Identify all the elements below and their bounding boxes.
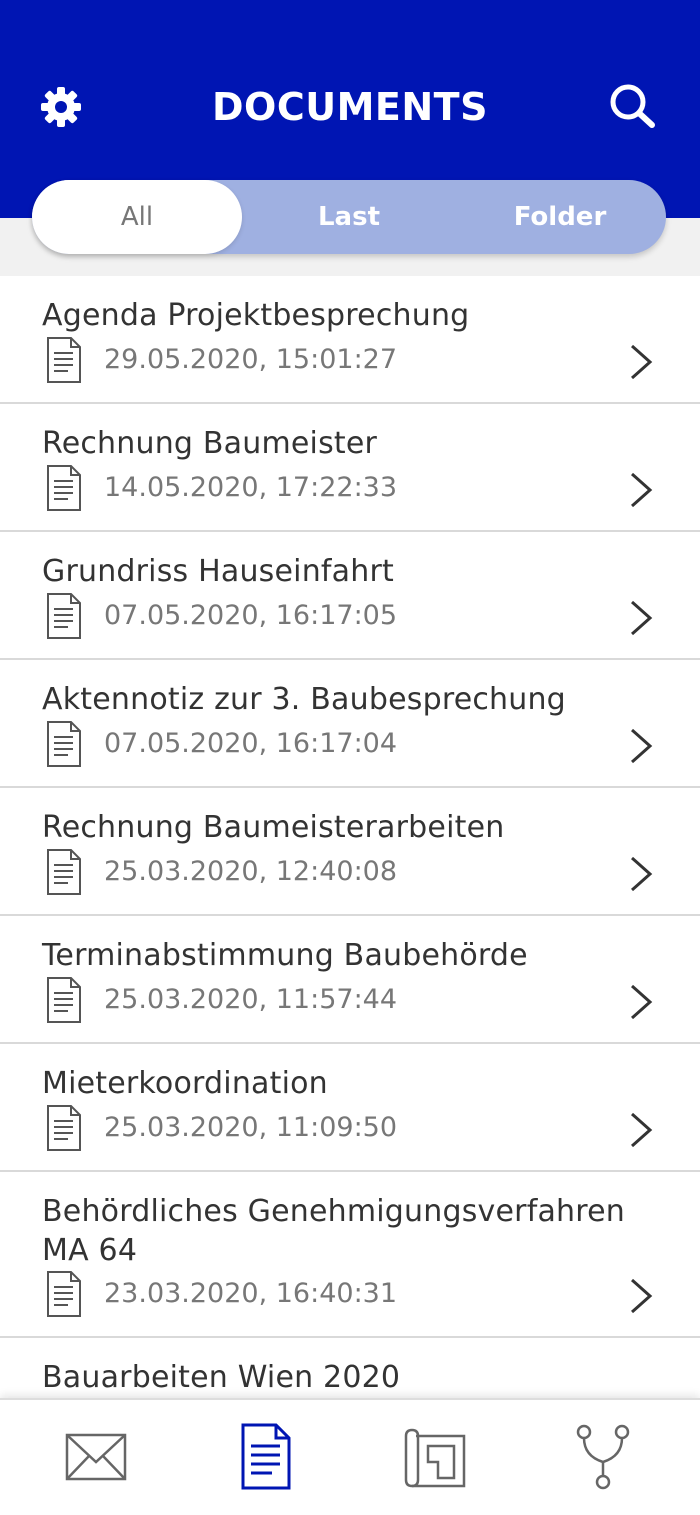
chevron-right-icon <box>631 856 653 892</box>
document-icon <box>47 1271 81 1317</box>
list-item[interactable]: Rechnung Baumeister 14.05.2020, 17:22:33 <box>0 404 700 532</box>
chevron-right-icon <box>631 984 653 1020</box>
list-item[interactable]: Terminabstimmung Baubehörde 25.03.2020, … <box>0 916 700 1044</box>
list-item[interactable]: Rechnung Baumeisterarbeiten 25.03.2020, … <box>0 788 700 916</box>
chevron-right-icon <box>631 472 653 508</box>
list-item[interactable]: Bauarbeiten Wien 2020 <box>0 1338 700 1398</box>
document-title: Agenda Projektbesprechung <box>42 298 470 333</box>
document-title: Grundriss Hauseinfahrt <box>42 554 394 589</box>
document-date: 25.03.2020, 11:57:44 <box>104 984 398 1015</box>
document-title: Rechnung Baumeisterarbeiten <box>42 810 505 845</box>
page-title: DOCUMENTS <box>212 85 488 129</box>
list-item[interactable]: Grundriss Hauseinfahrt 07.05.2020, 16:17… <box>0 532 700 660</box>
list-item[interactable]: Agenda Projektbesprechung 29.05.2020, 15… <box>0 276 700 404</box>
gear-icon[interactable] <box>38 84 84 130</box>
envelope-icon[interactable] <box>64 1422 128 1492</box>
bottom-navigation <box>0 1398 700 1515</box>
segmented-control: All Last Folder <box>32 180 666 254</box>
document-icon <box>47 337 81 383</box>
list-item[interactable]: Mieterkoordination 25.03.2020, 11:09:50 <box>0 1044 700 1172</box>
branch-icon[interactable] <box>574 1422 632 1492</box>
chevron-right-icon <box>631 1112 653 1148</box>
document-date: 25.03.2020, 11:09:50 <box>104 1112 398 1143</box>
document-icon <box>47 977 81 1023</box>
document-title: Mieterkoordination <box>42 1066 328 1101</box>
tab-last[interactable]: Last <box>244 180 454 254</box>
document-date: 14.05.2020, 17:22:33 <box>104 472 398 503</box>
document-icon <box>47 1105 81 1151</box>
document-title: Rechnung Baumeister <box>42 426 378 461</box>
document-date: 23.03.2020, 16:40:31 <box>104 1278 398 1309</box>
document-icon <box>47 465 81 511</box>
document-title: Aktennotiz zur 3. Baubesprechung <box>42 682 566 717</box>
chevron-right-icon <box>631 728 653 764</box>
document-title: Bauarbeiten Wien 2020 <box>42 1360 401 1395</box>
document-icon <box>47 593 81 639</box>
document-icon[interactable] <box>240 1422 292 1492</box>
search-icon[interactable] <box>606 82 658 130</box>
document-title: Terminabstimmung Baubehörde <box>42 938 528 973</box>
document-icon <box>47 721 81 767</box>
chevron-right-icon <box>631 600 653 636</box>
document-date: 25.03.2020, 12:40:08 <box>104 856 398 887</box>
list-item[interactable]: Aktennotiz zur 3. Baubesprechung 07.05.2… <box>0 660 700 788</box>
document-icon <box>47 849 81 895</box>
tab-all[interactable]: All <box>32 180 242 254</box>
document-date: 07.05.2020, 16:17:05 <box>104 600 398 631</box>
list-item[interactable]: Behördliches Genehmigungsverfahren MA 64… <box>0 1172 700 1338</box>
document-list: Agenda Projektbesprechung 29.05.2020, 15… <box>0 276 700 1398</box>
document-date: 29.05.2020, 15:01:27 <box>104 344 398 375</box>
document-date: 07.05.2020, 16:17:04 <box>104 728 398 759</box>
chevron-right-icon <box>631 1278 653 1314</box>
floor-plan-icon[interactable] <box>402 1422 468 1492</box>
document-title: Behördliches Genehmigungsverfahren MA 64 <box>42 1194 625 1268</box>
chevron-right-icon <box>631 344 653 380</box>
tab-folder[interactable]: Folder <box>454 180 666 254</box>
